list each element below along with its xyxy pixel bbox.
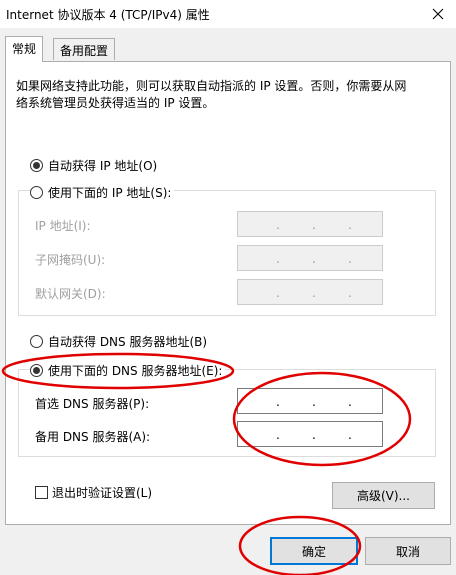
auto-dns-radio[interactable]: 自动获得 DNS 服务器地址(B) [30, 333, 207, 350]
radio-unchecked-icon [30, 186, 43, 199]
preferred-dns-label: 首选 DNS 服务器(P): [35, 397, 150, 411]
ip-address-label: IP 地址(I): [35, 219, 91, 233]
tab-alternate-configuration[interactable]: 备用配置 [53, 38, 116, 60]
alternate-dns-field[interactable]: ... [237, 421, 383, 447]
ip-address-field[interactable]: ... [237, 211, 383, 237]
subnet-mask-field[interactable]: ... [237, 245, 383, 271]
auto-ip-radio[interactable]: 自动获得 IP 地址(O) [30, 157, 157, 174]
auto-ip-label: 自动获得 IP 地址(O) [48, 159, 158, 173]
radio-unchecked-icon [30, 335, 43, 348]
preferred-dns-field[interactable]: ... [237, 388, 383, 414]
title-bar: Internet 协议版本 4 (TCP/IPv4) 属性 [0, 0, 456, 28]
ok-button[interactable]: 确定 [270, 537, 358, 565]
window-title: Internet 协议版本 4 (TCP/IPv4) 属性 [6, 8, 210, 22]
close-icon [432, 8, 444, 20]
close-button[interactable] [420, 0, 456, 28]
manual-ip-radio[interactable]: 使用下面的 IP 地址(S): [30, 184, 175, 201]
description-text: 如果网络支持此功能，则可以获取自动指派的 IP 设置。否则，你需要从网络系统管理… [16, 79, 407, 110]
radio-checked-icon [30, 159, 43, 172]
default-gateway-label: 默认网关(D): [35, 287, 106, 301]
validate-on-exit-label: 退出时验证设置(L) [52, 486, 153, 500]
auto-dns-label: 自动获得 DNS 服务器地址(B) [48, 335, 208, 349]
alternate-dns-label: 备用 DNS 服务器(A): [35, 430, 151, 444]
advanced-button[interactable]: 高级(V)... [332, 482, 435, 509]
manual-ip-label: 使用下面的 IP 地址(S): [48, 186, 172, 200]
subnet-mask-label: 子网掩码(U): [35, 253, 106, 267]
cancel-button[interactable]: 取消 [365, 537, 451, 565]
manual-dns-radio[interactable]: 使用下面的 DNS 服务器地址(E): [30, 362, 226, 379]
manual-dns-label: 使用下面的 DNS 服务器地址(E): [48, 364, 223, 378]
validate-on-exit-checkbox[interactable]: 退出时验证设置(L) [35, 484, 152, 501]
checkbox-unchecked-icon [35, 486, 48, 499]
radio-checked-icon [30, 364, 43, 377]
default-gateway-field[interactable]: ... [237, 279, 383, 305]
tab-general[interactable]: 常规 [5, 36, 44, 62]
